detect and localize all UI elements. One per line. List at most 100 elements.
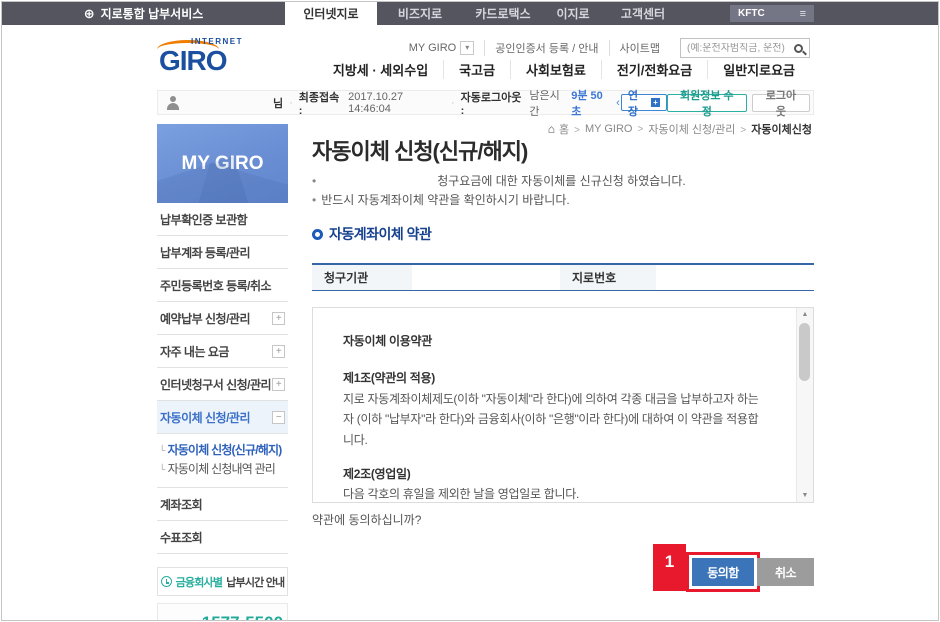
main-content: 자동이체 신청(신규/해지) •청구요금에 대한 자동이체를 신규신청 하였습니… (312, 130, 814, 621)
expand-plus-icon[interactable]: + (272, 312, 285, 325)
sitemap-link[interactable]: 사이트맵 (609, 40, 670, 56)
terms-text: 자동이체 이용약관 제1조(약관의 적용) 지로 자동계좌이체제도(이하 "자동… (313, 308, 813, 503)
hamburger-menu-icon: ≡ (800, 8, 806, 20)
nav-local-tax[interactable]: 지방세 · 세외수입 (318, 60, 443, 79)
customer-center-box: 고객센터 1577-5500 (157, 603, 288, 621)
sidebar-item-autopay-manage[interactable]: 자동이체 신청/관리− (157, 401, 288, 434)
terms-scrollbar[interactable]: ▲ ▼ (796, 308, 813, 502)
terms-article2-intro: 다음 각호의 휴일을 제외한 날을 영업일로 합니다. (343, 484, 763, 503)
terms-article1-body: 지로 자동계좌이체제도(이하 "자동이체"라 한다)에 의하여 각종 대금을 납… (343, 389, 763, 450)
user-icon (166, 96, 180, 110)
main-navigation: 지방세 · 세외수입 국고금 사회보험료 전기/전화요금 일반지로요금 (318, 58, 810, 80)
tab-egiro[interactable]: 이지로 (543, 2, 603, 25)
agree-question: 약관에 동의하십니까? (312, 511, 421, 528)
extend-session-button[interactable]: 연장 + (621, 94, 667, 111)
logout-button[interactable]: 로그아웃 (752, 94, 810, 112)
sidebar-item-account-inquiry[interactable]: 계좌조회 (157, 488, 288, 521)
user-name-suffix: 님 (273, 95, 283, 111)
top-tabs: 비즈지로 카드로택스 이지로 고객센터 (377, 2, 683, 25)
kftc-menu-button[interactable]: KFTC ≡ (730, 5, 814, 22)
edit-member-info-button[interactable]: 회원정보 수정 (667, 94, 747, 112)
tab-cardrotax[interactable]: 카드로택스 (463, 2, 543, 25)
account-buttons: 회원정보 수정 로그아웃 (667, 94, 810, 112)
scrollbar-thumb[interactable] (799, 323, 810, 381)
site-search-box (680, 38, 810, 58)
nav-general-giro[interactable]: 일반지로요금 (707, 60, 810, 79)
globe-icon: ⊕ (84, 7, 95, 20)
clock-icon (161, 576, 172, 587)
my-giro-link[interactable]: MY GIRO▾ (399, 41, 484, 55)
top-service-bar: ⊕ 지로통합 납부서비스 인터넷지로 비즈지로 카드로택스 이지로 고객센터 K… (2, 2, 938, 25)
auto-logout-label: 자동로그아웃 : (461, 89, 526, 117)
remaining-label: 남은시간 (529, 87, 568, 119)
submenu-item-autopay-apply[interactable]: └자동이체 신청(신규/해지) (159, 441, 288, 460)
submenu-item-autopay-history[interactable]: └자동이체 신청내역 관리 (159, 460, 288, 479)
autopay-submenu: └자동이체 신청(신규/해지) └자동이체 신청내역 관리 (157, 434, 288, 488)
notice-bullets: •청구요금에 대한 자동이체를 신규신청 하였습니다. •반드시 자동계좌이체 … (312, 172, 686, 210)
sidebar-item-frequent-bills[interactable]: 자주 내는 요금+ (157, 335, 288, 368)
cancel-button[interactable]: 취소 (757, 558, 814, 586)
sub-prefix-icon: └ (159, 460, 165, 479)
billing-org-label: 청구기관 (312, 265, 412, 290)
giro-service-brand[interactable]: ⊕ 지로통합 납부서비스 (2, 2, 285, 25)
sidebar-item-resident-number[interactable]: 주민등록번호 등록/취소 (157, 269, 288, 302)
nav-electric-phone[interactable]: 전기/전화요금 (601, 60, 707, 79)
sidebar-item-payment-account[interactable]: 납부계좌 등록/관리 (157, 236, 288, 269)
internet-giro-logo[interactable]: INTERNET GIRO (157, 37, 257, 81)
certificate-link[interactable]: 공인인증서 등록 / 안내 (484, 40, 608, 56)
sidebar-item-payment-receipts[interactable]: 납부확인증 보관함 (157, 203, 288, 236)
dot-separator: · (289, 97, 293, 109)
logo-giro-text: GIRO (159, 45, 227, 77)
scroll-down-icon[interactable]: ▼ (797, 492, 813, 499)
page-title: 자동이체 신청(신규/해지) (312, 134, 527, 166)
terms-title: 자동이체 이용약관 (343, 331, 763, 351)
nav-national-fund[interactable]: 국고금 (443, 60, 510, 79)
expand-plus-icon[interactable]: + (272, 378, 285, 391)
nav-social-insurance[interactable]: 사회보험료 (510, 60, 601, 79)
terms-section-title: 자동계좌이체 약관 (329, 224, 431, 244)
kftc-label: KFTC (738, 8, 765, 19)
expand-plus-icon[interactable]: + (272, 345, 285, 358)
bullet-icon: • (312, 174, 316, 188)
giro-number-label: 지로번호 (560, 265, 656, 290)
last-login-label: 최종접속 : (299, 89, 344, 117)
annotation-step-badge: 1 (653, 544, 686, 591)
terms-section-header: 자동계좌이체 약관 (312, 224, 431, 244)
notice-line-2: •반드시 자동계좌이체 약관을 확인하시기 바랍니다. (312, 191, 686, 210)
user-session-bar: 님 · 최종접속 : 2017.10.27 14:46:04 · 자동로그아웃 … (157, 90, 814, 115)
agree-button[interactable]: 동의함 (692, 558, 754, 586)
search-input[interactable] (687, 43, 794, 54)
utility-links: MY GIRO▾ 공인인증서 등록 / 안내 사이트맵 (399, 38, 810, 58)
terms-article2-title: 제2조(영업일) (343, 464, 763, 484)
billing-org-value (412, 265, 560, 290)
sidebar-item-check-inquiry[interactable]: 수표조회 (157, 521, 288, 554)
customer-center-phone: 1577-5500 (202, 613, 283, 621)
brand-label: 지로통합 납부서비스 (101, 5, 204, 22)
notice-line-1: •청구요금에 대한 자동이체를 신규신청 하였습니다. (312, 172, 686, 191)
expand-minus-icon[interactable]: − (272, 411, 285, 424)
sidebar-item-reserved-payment[interactable]: 예약납부 신청/관리+ (157, 302, 288, 335)
sidebar: MY GIRO 납부확인증 보관함 납부계좌 등록/관리 주민등록번호 등록/취… (157, 124, 288, 621)
tab-biz-giro[interactable]: 비즈지로 (377, 2, 463, 25)
bank-payment-hours-link[interactable]: 금융회사별 납부시간 안내 (157, 567, 288, 596)
internet-giro-page: ⊕ 지로통합 납부서비스 인터넷지로 비즈지로 카드로택스 이지로 고객센터 K… (1, 1, 939, 621)
giro-number-value (656, 265, 814, 290)
remaining-time: 9분 50초 (571, 87, 611, 119)
dot-separator: · (451, 97, 455, 109)
billing-info-table: 청구기관 지로번호 (312, 263, 814, 291)
chevron-down-icon[interactable]: ▾ (460, 41, 474, 55)
sidebar-item-internet-bill[interactable]: 인터넷청구서 신청/관리+ (157, 368, 288, 401)
search-icon[interactable] (794, 44, 803, 53)
last-login-value: 2017.10.27 14:46:04 (348, 91, 445, 115)
scroll-up-icon[interactable]: ▲ (797, 311, 813, 318)
plus-icon: + (651, 98, 660, 107)
spacer (343, 450, 763, 464)
terms-scroll-box: 자동이체 이용약관 제1조(약관의 적용) 지로 자동계좌이체제도(이하 "자동… (312, 307, 814, 503)
section-circle-icon (312, 229, 323, 240)
tab-customer-center[interactable]: 고객센터 (603, 2, 683, 25)
extend-pointer-icon: ‹ (616, 97, 620, 109)
bullet-icon: • (312, 193, 316, 207)
sidebar-title: MY GIRO (157, 124, 288, 203)
tab-internet-giro[interactable]: 인터넷지로 (285, 2, 377, 25)
terms-article1-title: 제1조(약관의 적용) (343, 368, 763, 388)
